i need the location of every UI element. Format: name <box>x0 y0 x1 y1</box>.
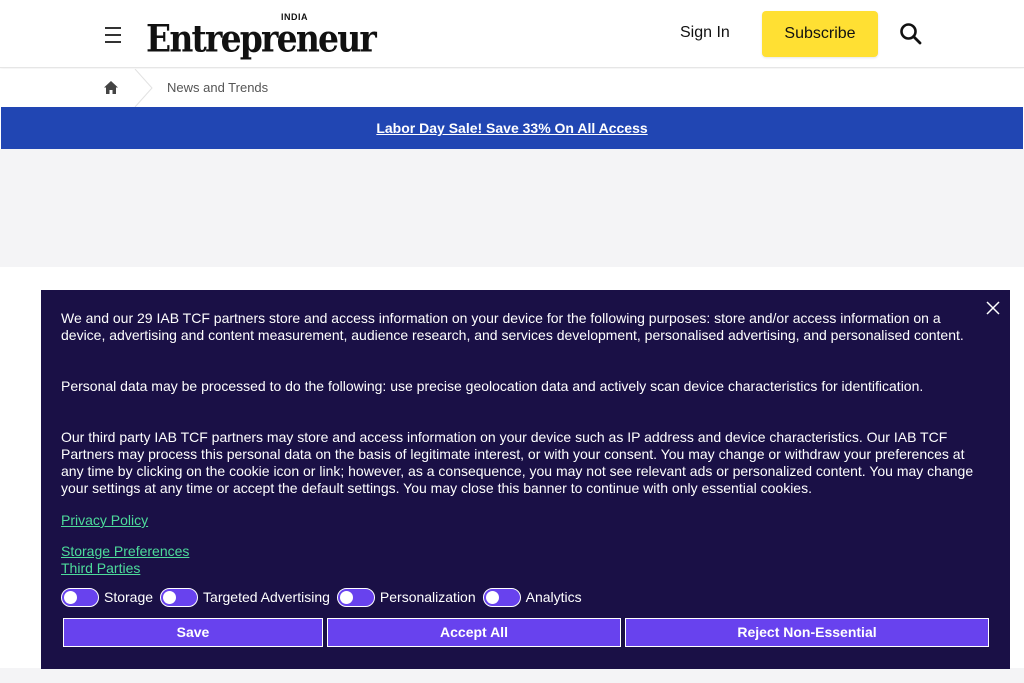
reject-non-essential-button[interactable]: Reject Non-Essential <box>625 618 989 647</box>
accept-all-button[interactable]: Accept All <box>327 618 621 647</box>
page-bottom-strip <box>0 668 1024 683</box>
toggle-switch[interactable] <box>482 587 521 607</box>
storage-preferences-link[interactable]: Storage Preferences <box>61 543 189 559</box>
toggle-storage[interactable]: Storage <box>61 587 154 607</box>
consent-paragraph-processing: Personal data may be processed to do the… <box>61 378 924 394</box>
third-parties-link[interactable]: Third Parties <box>61 560 140 576</box>
cookie-consent-banner: We and our 29 IAB TCF partners store and… <box>41 290 1010 669</box>
toggle-label: Targeted Advertising <box>203 589 330 605</box>
hamburger-menu-icon[interactable] <box>100 22 126 46</box>
save-button[interactable]: Save <box>63 618 323 647</box>
breadcrumb-separator <box>134 68 154 108</box>
toggle-switch[interactable] <box>160 587 199 607</box>
site-header: INDIA Entrepreneur Sign In Subscribe <box>0 0 1024 68</box>
toggle-personalization[interactable]: Personalization <box>336 587 476 607</box>
promo-link[interactable]: Labor Day Sale! Save 33% On All Access <box>376 120 647 136</box>
consent-toggles: Storage Targeted Advertising Personaliza… <box>61 587 589 607</box>
close-icon[interactable] <box>984 299 1002 317</box>
site-logo[interactable]: INDIA Entrepreneur <box>146 12 377 61</box>
search-icon[interactable] <box>898 21 924 47</box>
subscribe-button[interactable]: Subscribe <box>762 11 878 57</box>
privacy-policy-link[interactable]: Privacy Policy <box>61 512 148 528</box>
toggle-label: Analytics <box>525 589 582 605</box>
toggle-switch[interactable] <box>336 587 375 607</box>
toggle-switch[interactable] <box>61 587 99 607</box>
logo-wordmark: Entrepreneur <box>146 17 377 61</box>
breadcrumb-current[interactable]: News and Trends <box>167 80 268 95</box>
toggle-label: Storage <box>104 589 154 605</box>
promo-banner: Labor Day Sale! Save 33% On All Access <box>1 107 1023 149</box>
sign-in-link[interactable]: Sign In <box>680 24 730 42</box>
consent-paragraph-partners: Our third party IAB TCF partners may sto… <box>61 429 974 496</box>
consent-paragraph-purposes: We and our 29 IAB TCF partners store and… <box>61 310 964 343</box>
toggle-targeted-advertising[interactable]: Targeted Advertising <box>160 587 330 607</box>
breadcrumb: News and Trends <box>0 68 1024 108</box>
toggle-analytics[interactable]: Analytics <box>482 587 582 607</box>
ad-placeholder <box>0 149 1024 267</box>
home-icon[interactable] <box>102 79 120 97</box>
toggle-label: Personalization <box>379 589 476 605</box>
